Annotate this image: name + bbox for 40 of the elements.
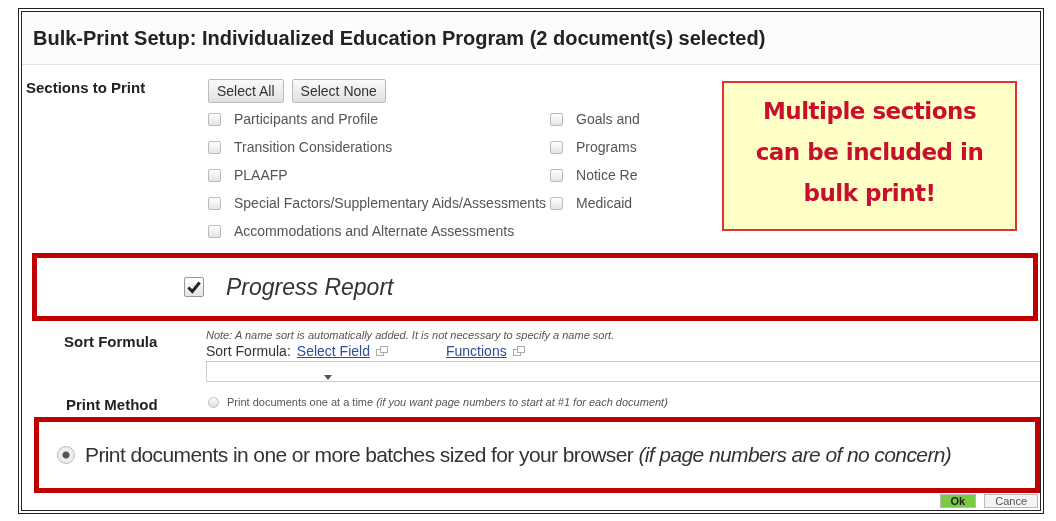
checkbox[interactable] bbox=[550, 196, 564, 210]
checkbox[interactable] bbox=[550, 112, 564, 126]
checkbox[interactable] bbox=[208, 140, 221, 154]
checkbox-label: Medicaid bbox=[576, 195, 633, 211]
field-label: Sort Formula: bbox=[206, 343, 291, 359]
checkbox-label: Participants and Profile bbox=[234, 111, 378, 127]
option-text: Print documents one at a time (if you want page numbers to start at #1 for each document) bbox=[227, 396, 668, 408]
option-text: Print documents in one or more batches sized for your browser (if page numbers are of no concern) bbox=[85, 443, 952, 467]
checkbox-label: PLAAFP bbox=[234, 167, 288, 183]
section-label: Sections to Print bbox=[26, 79, 147, 98]
popup-icon bbox=[512, 346, 525, 356]
checkbox-label: Special Factors/Supplementary Aids/Assessments bbox=[234, 195, 547, 211]
checkbox[interactable] bbox=[208, 112, 221, 126]
select-button[interactable]: Select All bbox=[208, 79, 284, 103]
checkbox-label: Transition Considerations bbox=[234, 139, 393, 155]
ok-button[interactable]: Ok bbox=[939, 494, 977, 508]
sort-formula-label: Sort Formula bbox=[64, 332, 159, 352]
radio-button[interactable] bbox=[208, 396, 219, 408]
checkbox[interactable] bbox=[208, 224, 221, 238]
print-method-label: Print Method bbox=[66, 396, 159, 413]
checkbox[interactable] bbox=[550, 140, 564, 154]
checkbox-label: Progress Report bbox=[226, 273, 394, 301]
checkbox[interactable] bbox=[184, 277, 204, 297]
checkbox-label: Accommodations and Alternate Assessments bbox=[234, 223, 515, 239]
checkbox[interactable] bbox=[208, 196, 221, 210]
cancel-button[interactable]: Cance bbox=[984, 494, 1038, 508]
link[interactable]: Select Field bbox=[296, 343, 370, 359]
radio-button[interactable] bbox=[57, 446, 75, 464]
select-button[interactable]: Select None bbox=[291, 79, 386, 103]
checkbox[interactable] bbox=[208, 168, 221, 182]
callout-note: Multiple sections can be included in bulk print! bbox=[722, 81, 1017, 231]
caret-icon bbox=[324, 375, 332, 380]
link[interactable]: Functions bbox=[445, 343, 507, 359]
checkbox-label: Goals and bbox=[576, 111, 640, 127]
checkbox[interactable] bbox=[550, 168, 564, 182]
checkbox-label: Notice Re bbox=[576, 167, 638, 183]
checkbox-label: Programs bbox=[576, 139, 637, 155]
popup-icon bbox=[375, 346, 388, 356]
select-field[interactable] bbox=[206, 361, 1040, 382]
note-text: Note: A name sort is automatically added. It is not necessary to specify a name sort. bbox=[206, 329, 616, 341]
